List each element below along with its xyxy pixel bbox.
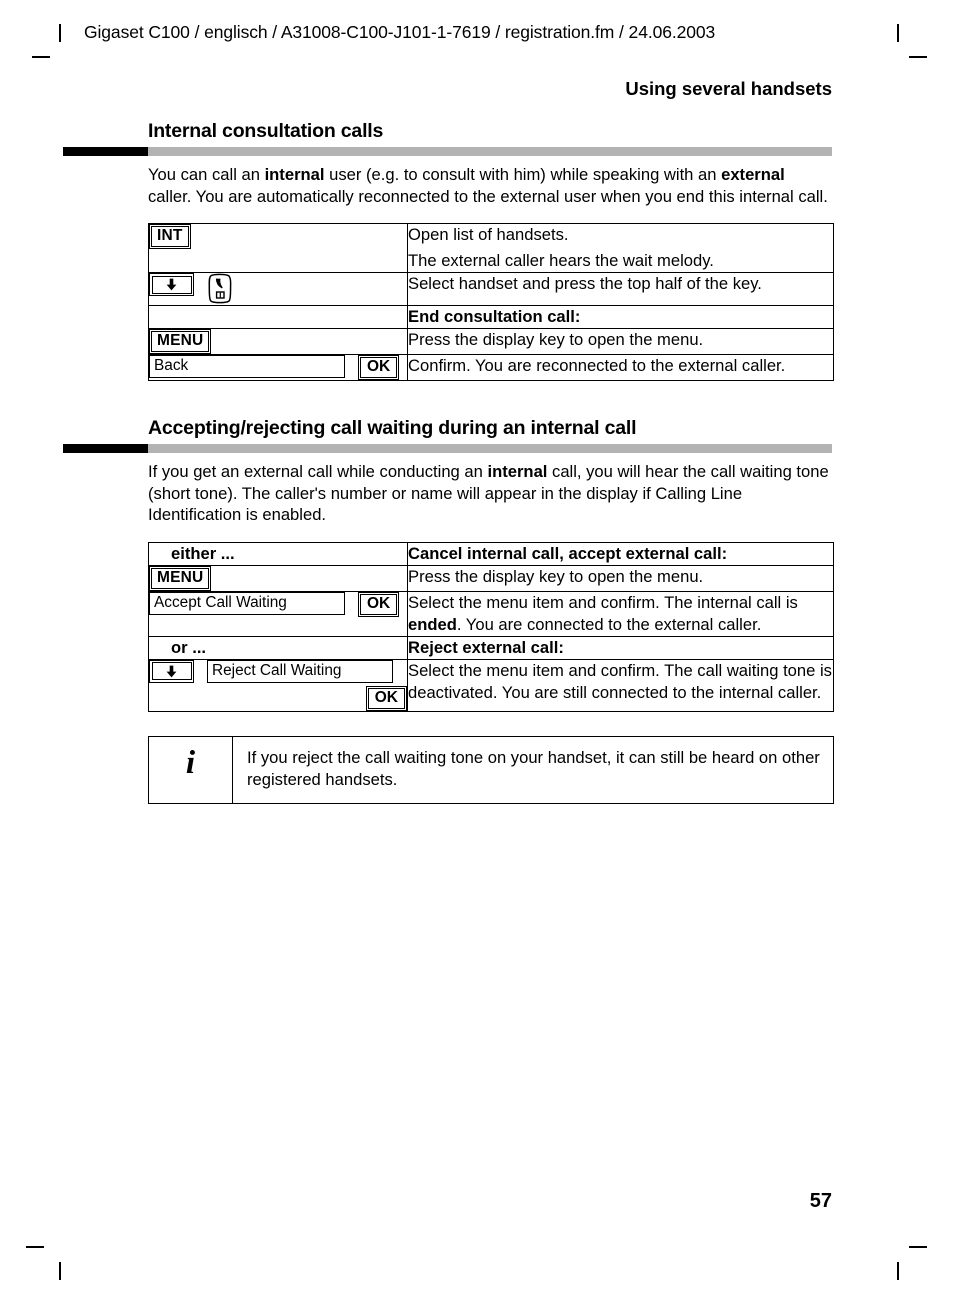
step-description-cell: Cancel internal call, accept external ca… (407, 541, 834, 566)
table-row: either ... Cancel internal call, accept … (148, 541, 834, 566)
step-description-line-1: Select the menu item and confirm. The ca… (408, 660, 832, 702)
crop-mark-bottom-right-vertical (897, 1262, 899, 1280)
page-content: Internal consultation calls You can call… (63, 118, 893, 804)
step-description-line-1: End consultation call: (408, 307, 581, 326)
step-key-cell: MENU (148, 564, 408, 592)
document-file-header: Gigaset C100 / englisch / A31008-C100-J1… (84, 22, 716, 42)
info-note-box: i If you reject the call waiting tone on… (148, 735, 834, 804)
table-row: Select handset and press the top half of… (148, 272, 834, 306)
step-description-cell: End consultation call: (407, 305, 834, 329)
table-row: MENU Press the display key to open the m… (148, 564, 834, 592)
table-row: End consultation call: (148, 305, 834, 329)
step-description-line-1: Select handset and press the top half of… (408, 274, 762, 293)
page-number: 57 (809, 1190, 832, 1212)
step-description-cell: Select handset and press the top half of… (407, 272, 834, 306)
step-key-cell: either ... (148, 541, 408, 566)
step-description-line-1: Press the display key to open the menu. (408, 566, 704, 586)
step-description-line-2: The external caller hears the wait melod… (408, 251, 714, 270)
menu-field-back[interactable]: Back (149, 355, 345, 378)
step-description-cell: Reject external call: (407, 635, 834, 660)
down-arrow-icon[interactable] (149, 273, 194, 296)
step-description-cell: Press the display key to open the menu. (407, 328, 834, 355)
crop-mark-top-right-vertical (897, 24, 899, 42)
display-key-menu[interactable]: MENU (149, 329, 212, 354)
display-key-menu[interactable]: MENU (149, 565, 212, 591)
chapter-title: Using several handsets (625, 78, 832, 99)
step-description-cell: Press the display key to open the menu. (407, 564, 834, 592)
table-row: or ... Reject external call: (148, 635, 834, 660)
section-intro-paragraph: You can call an internal user (e.g. to c… (148, 165, 828, 206)
step-description-line-1: Open list of handsets. (408, 225, 569, 244)
step-description-cell: Confirm. You are reconnected to the exte… (407, 354, 834, 381)
document-page: Gigaset C100 / englisch / A31008-C100-J1… (0, 0, 954, 1307)
crop-mark-bottom-left-vertical (59, 1262, 61, 1280)
step-label-either: either ... (171, 543, 235, 563)
step-description-line-1: Press the display key to open the menu. (408, 330, 704, 349)
step-description-cell: Open list of handsets. The external call… (407, 223, 834, 273)
menu-field-accept-call-waiting[interactable]: Accept Call Waiting (149, 591, 345, 615)
display-key-ok[interactable]: OK (358, 591, 400, 617)
down-arrow-icon[interactable] (149, 659, 194, 683)
info-i-icon: i (148, 735, 233, 804)
talk-key-icon[interactable] (207, 273, 233, 305)
table-row: Reject Call Waiting OK Select the menu i… (148, 658, 834, 712)
crop-mark-top-left-horizontal (32, 56, 50, 58)
table-row: Accept Call Waiting OK Select the menu i… (148, 590, 834, 637)
heading-rule (63, 444, 832, 453)
info-note-text: If you reject the call waiting tone on y… (232, 735, 834, 804)
step-key-cell: MENU (148, 328, 408, 355)
step-description-line-1: Cancel internal call, accept external ca… (408, 543, 728, 563)
menu-field-reject-call-waiting[interactable]: Reject Call Waiting (207, 659, 393, 683)
step-key-cell: Reject Call Waiting OK (148, 658, 408, 712)
section-heading-accepting-rejecting-call-waiting: Accepting/rejecting call waiting during … (148, 417, 637, 439)
step-description-cell: Select the menu item and confirm. The ca… (407, 658, 834, 712)
step-key-cell (148, 272, 408, 306)
heading-rule (63, 147, 832, 156)
step-description-cell: Select the menu item and confirm. The in… (407, 590, 834, 637)
section-heading-internal-consultation-calls: Internal consultation calls (148, 120, 384, 142)
step-description-line-1: Confirm. You are reconnected to the exte… (408, 356, 786, 375)
step-key-cell: Accept Call Waiting OK (148, 590, 408, 637)
step-key-cell: or ... (148, 635, 408, 660)
section-intro-paragraph: If you get an external call while conduc… (148, 462, 829, 524)
step-key-cell: Back OK (148, 354, 408, 381)
table-row: MENU Press the display key to open the m… (148, 328, 834, 355)
display-key-int[interactable]: INT (149, 224, 191, 249)
display-key-ok[interactable]: OK (365, 685, 407, 711)
step-key-cell: INT (148, 223, 408, 273)
step-key-cell-empty (148, 305, 408, 329)
steps-table-call-waiting: either ... Cancel internal call, accept … (148, 541, 834, 712)
step-label-or: or ... (171, 637, 207, 657)
table-row: i If you reject the call waiting tone on… (148, 735, 834, 804)
table-row: INT Open list of handsets. The external … (148, 223, 834, 273)
crop-mark-bottom-left-horizontal (26, 1246, 44, 1248)
crop-mark-top-right-horizontal (909, 56, 927, 58)
step-description-line-1: Reject external call: (408, 637, 564, 657)
steps-table-internal-consultation: INT Open list of handsets. The external … (148, 223, 834, 381)
crop-mark-bottom-right-horizontal (909, 1246, 927, 1248)
display-key-ok[interactable]: OK (358, 355, 400, 380)
table-row: Back OK Confirm. You are reconnected to … (148, 354, 834, 381)
crop-mark-top-left-vertical (59, 24, 61, 42)
